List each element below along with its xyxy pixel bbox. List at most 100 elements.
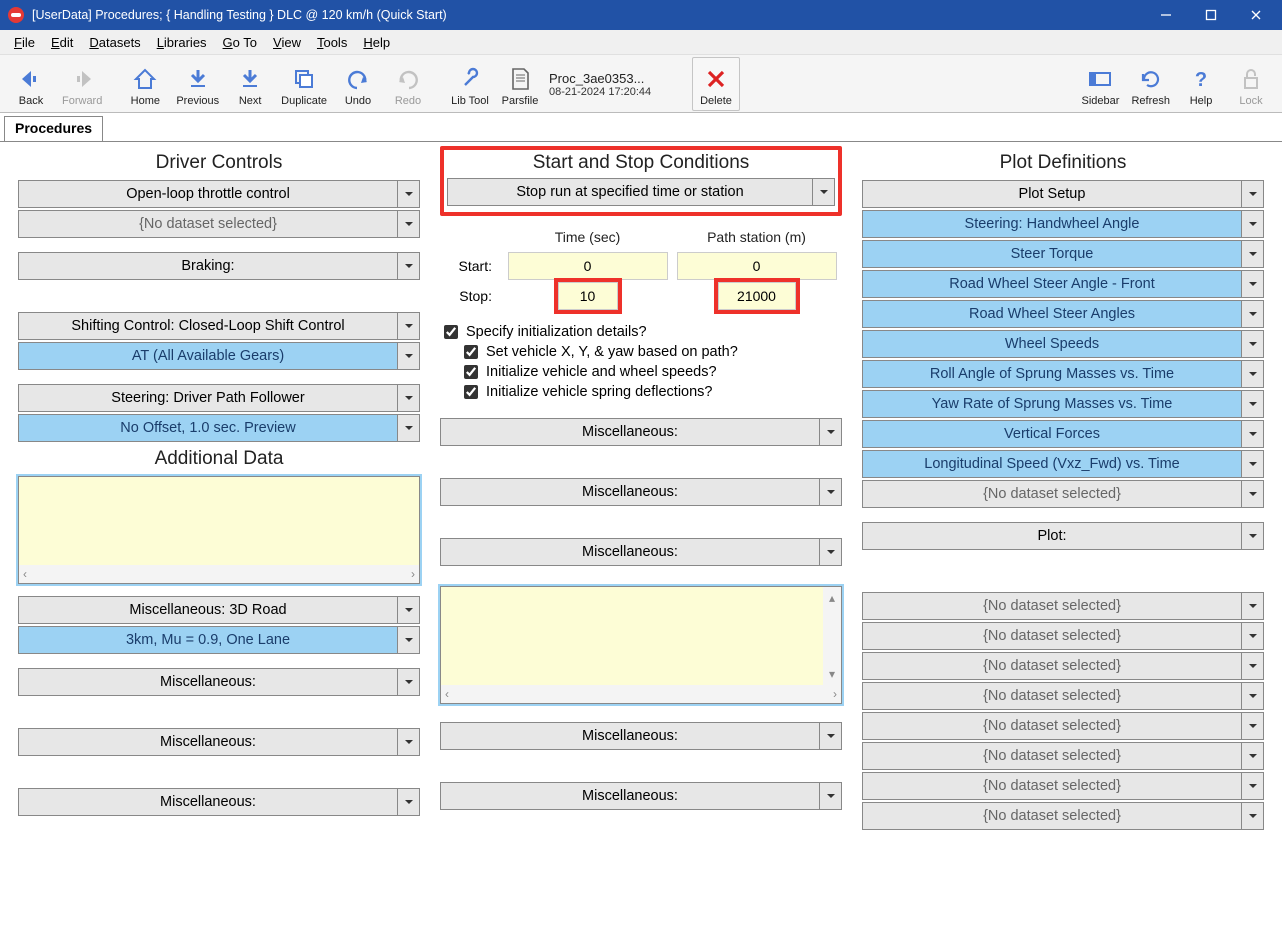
plot-label-dropdown[interactable]: Plot: bbox=[862, 522, 1242, 550]
chevron-down-icon[interactable] bbox=[1242, 772, 1264, 800]
steer-dropdown[interactable]: Steering: Driver Path Follower bbox=[18, 384, 398, 412]
close-button[interactable] bbox=[1233, 0, 1278, 30]
plot-item-dropdown[interactable]: Roll Angle of Sprung Masses vs. Time bbox=[862, 360, 1242, 388]
plot-setup-dropdown[interactable]: Plot Setup bbox=[862, 180, 1242, 208]
center-textarea[interactable]: ▴▾ ‹› bbox=[440, 586, 842, 704]
home-button[interactable]: Home bbox=[121, 57, 169, 111]
back-button[interactable]: Back bbox=[7, 57, 55, 111]
throttle-dropdown[interactable]: Open-loop throttle control bbox=[18, 180, 398, 208]
chevron-down-icon[interactable] bbox=[398, 342, 420, 370]
chevron-down-icon[interactable] bbox=[1242, 622, 1264, 650]
chevron-down-icon[interactable] bbox=[1242, 450, 1264, 478]
plot-item-dropdown[interactable]: Steering: Handwheel Angle bbox=[862, 210, 1242, 238]
chevron-down-icon[interactable] bbox=[1242, 240, 1264, 268]
lock-button[interactable]: Lock bbox=[1227, 57, 1275, 111]
chevron-down-icon[interactable] bbox=[398, 384, 420, 412]
chevron-down-icon[interactable] bbox=[820, 782, 842, 810]
chevron-down-icon[interactable] bbox=[1242, 522, 1264, 550]
stop-path-input[interactable]: 21000 bbox=[718, 282, 796, 310]
chevron-down-icon[interactable] bbox=[1242, 480, 1264, 508]
chevron-down-icon[interactable] bbox=[398, 728, 420, 756]
chevron-down-icon[interactable] bbox=[1242, 360, 1264, 388]
plot-item-dropdown[interactable]: Wheel Speeds bbox=[862, 330, 1242, 358]
plot-item-dropdown[interactable]: Steer Torque bbox=[862, 240, 1242, 268]
chevron-down-icon[interactable] bbox=[820, 538, 842, 566]
chevron-down-icon[interactable] bbox=[398, 626, 420, 654]
undo-button[interactable]: Undo bbox=[334, 57, 382, 111]
misc-center-5[interactable]: Miscellaneous: bbox=[440, 782, 820, 810]
plot-item-dropdown[interactable]: Vertical Forces bbox=[862, 420, 1242, 448]
misc-dropdown-2[interactable]: Miscellaneous: bbox=[18, 728, 398, 756]
plot-item-dropdown[interactable]: Road Wheel Steer Angles bbox=[862, 300, 1242, 328]
chevron-down-icon[interactable] bbox=[398, 180, 420, 208]
scrollbar-horizontal[interactable]: ‹› bbox=[19, 565, 419, 583]
chevron-down-icon[interactable] bbox=[1242, 210, 1264, 238]
shift-dropdown[interactable]: Shifting Control: Closed-Loop Shift Cont… bbox=[18, 312, 398, 340]
chevron-down-icon[interactable] bbox=[398, 252, 420, 280]
chevron-down-icon[interactable] bbox=[398, 596, 420, 624]
menu-goto[interactable]: Go To bbox=[215, 35, 265, 50]
menu-view[interactable]: View bbox=[265, 35, 309, 50]
misc-center-3[interactable]: Miscellaneous: bbox=[440, 538, 820, 566]
chevron-down-icon[interactable] bbox=[820, 478, 842, 506]
help-button[interactable]: ?Help bbox=[1177, 57, 1225, 111]
parsfile-button[interactable]: Parsfile bbox=[496, 57, 544, 111]
init-xy-checkbox[interactable] bbox=[464, 345, 478, 359]
additional-data-text[interactable]: ‹› bbox=[18, 476, 420, 584]
chevron-down-icon[interactable] bbox=[1242, 300, 1264, 328]
scrollbar-vertical[interactable]: ▴▾ bbox=[823, 587, 841, 685]
menu-help[interactable]: Help bbox=[355, 35, 398, 50]
misc-3d-road-sub-dropdown[interactable]: 3km, Mu = 0.9, One Lane bbox=[18, 626, 398, 654]
steer-sub-dropdown[interactable]: No Offset, 1.0 sec. Preview bbox=[18, 414, 398, 442]
chevron-down-icon[interactable] bbox=[398, 788, 420, 816]
chevron-down-icon[interactable] bbox=[820, 418, 842, 446]
delete-button[interactable]: Delete bbox=[692, 57, 740, 111]
shift-sub-dropdown[interactable]: AT (All Available Gears) bbox=[18, 342, 398, 370]
menu-file[interactable]: File bbox=[6, 35, 43, 50]
plot-nosel-dropdown[interactable]: {No dataset selected} bbox=[862, 802, 1242, 830]
tab-procedures[interactable]: Procedures bbox=[4, 116, 103, 142]
chevron-down-icon[interactable] bbox=[1242, 742, 1264, 770]
plot-nosel-dropdown[interactable]: {No dataset selected} bbox=[862, 712, 1242, 740]
plot-nosel-dropdown[interactable]: {No dataset selected} bbox=[862, 480, 1242, 508]
menu-edit[interactable]: Edit bbox=[43, 35, 81, 50]
scrollbar-horizontal[interactable]: ‹› bbox=[441, 685, 841, 703]
init-speed-checkbox[interactable] bbox=[464, 365, 478, 379]
stop-time-input[interactable]: 10 bbox=[558, 282, 618, 310]
misc-center-4[interactable]: Miscellaneous: bbox=[440, 722, 820, 750]
chevron-down-icon[interactable] bbox=[398, 210, 420, 238]
chevron-down-icon[interactable] bbox=[398, 312, 420, 340]
chevron-down-icon[interactable] bbox=[1242, 390, 1264, 418]
chevron-down-icon[interactable] bbox=[1242, 420, 1264, 448]
start-path-input[interactable]: 0 bbox=[677, 252, 837, 280]
plot-nosel-dropdown[interactable]: {No dataset selected} bbox=[862, 622, 1242, 650]
menu-tools[interactable]: Tools bbox=[309, 35, 355, 50]
chevron-down-icon[interactable] bbox=[820, 722, 842, 750]
chevron-down-icon[interactable] bbox=[398, 668, 420, 696]
misc-dropdown-1[interactable]: Miscellaneous: bbox=[18, 668, 398, 696]
chevron-down-icon[interactable] bbox=[398, 414, 420, 442]
minimize-button[interactable] bbox=[1143, 0, 1188, 30]
chevron-down-icon[interactable] bbox=[1242, 180, 1264, 208]
menu-libraries[interactable]: Libraries bbox=[149, 35, 215, 50]
chevron-down-icon[interactable] bbox=[1242, 802, 1264, 830]
plot-nosel-dropdown[interactable]: {No dataset selected} bbox=[862, 772, 1242, 800]
specify-init-checkbox[interactable] bbox=[444, 325, 458, 339]
throttle-sub-dropdown[interactable]: {No dataset selected} bbox=[18, 210, 398, 238]
menu-datasets[interactable]: Datasets bbox=[81, 35, 148, 50]
forward-button[interactable]: Forward bbox=[57, 57, 107, 111]
plot-nosel-dropdown[interactable]: {No dataset selected} bbox=[862, 592, 1242, 620]
sidebar-button[interactable]: Sidebar bbox=[1076, 57, 1124, 111]
plot-item-dropdown[interactable]: Yaw Rate of Sprung Masses vs. Time bbox=[862, 390, 1242, 418]
chevron-down-icon[interactable] bbox=[813, 178, 835, 206]
refresh-button[interactable]: Refresh bbox=[1126, 57, 1175, 111]
misc-3d-road-dropdown[interactable]: Miscellaneous: 3D Road bbox=[18, 596, 398, 624]
chevron-down-icon[interactable] bbox=[1242, 682, 1264, 710]
duplicate-button[interactable]: Duplicate bbox=[276, 57, 332, 111]
chevron-down-icon[interactable] bbox=[1242, 270, 1264, 298]
plot-item-dropdown[interactable]: Road Wheel Steer Angle - Front bbox=[862, 270, 1242, 298]
misc-center-2[interactable]: Miscellaneous: bbox=[440, 478, 820, 506]
stop-condition-dropdown[interactable]: Stop run at specified time or station bbox=[447, 178, 813, 206]
plot-nosel-dropdown[interactable]: {No dataset selected} bbox=[862, 682, 1242, 710]
init-spring-checkbox[interactable] bbox=[464, 385, 478, 399]
